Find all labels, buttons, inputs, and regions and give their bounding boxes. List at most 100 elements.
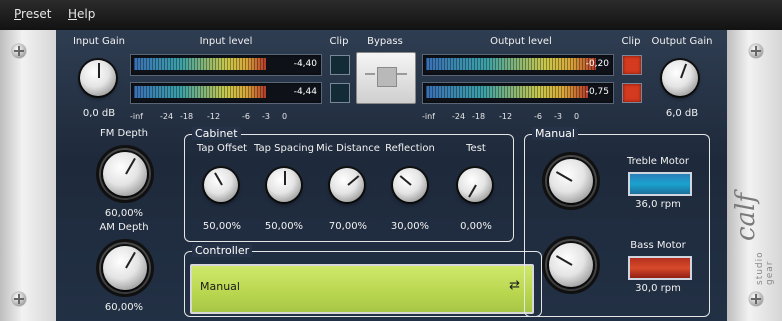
test-label: Test — [466, 143, 486, 154]
input-meter-top: -4,40 — [130, 54, 322, 76]
bass-motor-button[interactable] — [628, 256, 692, 280]
knob-indicator — [468, 184, 477, 198]
clip-out-label: Clip — [621, 36, 641, 47]
scale-tick: -12 — [499, 112, 513, 121]
mic-distance-knob[interactable] — [330, 168, 364, 202]
controller-display[interactable]: Manual ⇄ — [190, 264, 534, 314]
arrow-icon — [397, 73, 407, 75]
knob-indicator — [555, 255, 573, 266]
scale-tick: -18 — [180, 112, 194, 121]
main-panel: Input Gain 0,0 dB Input level -4,40 -4,4… — [56, 30, 727, 321]
output-meter-top-value: -0,20 — [585, 59, 609, 69]
scale-tick: -inf — [130, 112, 143, 121]
reflection-knob[interactable] — [393, 168, 427, 202]
knob-indicator — [98, 63, 100, 78]
output-meter-bottom-value: -0,75 — [585, 87, 609, 97]
output-gain-value: 6,0 dB — [665, 108, 699, 119]
am-depth-label: AM Depth — [99, 222, 149, 233]
output-level-label: Output level — [490, 36, 552, 47]
output-meter-bottom: -0,75 — [422, 82, 614, 104]
treble-motor-value: 36,0 rpm — [635, 199, 681, 210]
rack-ear-left — [0, 30, 56, 321]
knob-indicator — [284, 171, 286, 185]
bass-motor-label: Bass Motor — [630, 240, 686, 251]
test-value: 0,00% — [460, 221, 492, 232]
knob-indicator — [555, 171, 573, 182]
fm-depth-knob[interactable] — [103, 152, 147, 196]
tap-spacing-label: Tap Spacing — [254, 143, 314, 154]
input-gain-value: 0,0 dB — [82, 108, 116, 119]
output-meter-top: -0,20 — [422, 54, 614, 76]
screw-icon — [12, 292, 26, 306]
mic-distance-label: Mic Distance — [316, 143, 380, 154]
menu-help[interactable]: Help — [68, 7, 95, 21]
tap-spacing-value: 50,00% — [264, 221, 304, 232]
tap-offset-knob[interactable] — [204, 168, 238, 202]
scale-tick: -18 — [472, 112, 486, 121]
tap-spacing-knob[interactable] — [267, 168, 301, 202]
controller-mode: Manual — [200, 280, 240, 293]
bypass-button[interactable] — [356, 52, 416, 104]
treble-manual-knob[interactable] — [549, 159, 593, 203]
am-depth-knob[interactable] — [103, 246, 147, 290]
menu-preset[interactable]: Preset — [14, 7, 51, 21]
test-knob[interactable] — [458, 168, 492, 202]
manual-title: Manual — [532, 127, 578, 140]
output-gain-label: Output Gain — [651, 36, 713, 47]
clip-in-led-bottom — [330, 83, 350, 103]
tap-offset-value: 50,00% — [202, 221, 242, 232]
scale-tick: -24 — [452, 112, 466, 121]
clip-in-led-top — [330, 55, 350, 75]
knob-indicator — [125, 157, 136, 175]
am-depth-value: 60,00% — [104, 302, 144, 313]
meter-bar — [134, 58, 266, 70]
input-gain-knob[interactable] — [80, 60, 116, 96]
rotary-speaker-plugin-window: Preset Help calf studio gear Input Gain … — [0, 0, 782, 321]
clip-out-led-bottom — [622, 83, 642, 103]
bass-manual-knob[interactable] — [549, 243, 593, 287]
clip-out-led-top — [622, 55, 642, 75]
chip-icon — [377, 67, 397, 87]
screw-icon — [12, 44, 26, 58]
fm-depth-value: 60,00% — [104, 208, 144, 219]
scale-tick: 0 — [574, 112, 580, 121]
input-gain-label: Input Gain — [72, 36, 126, 47]
knob-indicator — [680, 63, 688, 79]
scale-tick: -12 — [207, 112, 221, 121]
switch-arrows-icon[interactable]: ⇄ — [509, 278, 520, 293]
clip-in-label: Clip — [329, 36, 349, 47]
screw-icon — [749, 44, 763, 58]
scale-tick: -3 — [554, 112, 562, 121]
input-meter-bottom-value: -4,44 — [293, 87, 317, 97]
scale-tick: -6 — [534, 112, 542, 121]
meter-bar — [134, 86, 266, 98]
menu-bar: Preset Help — [0, 0, 782, 31]
mic-distance-value: 70,00% — [328, 221, 368, 232]
arrow-icon — [365, 73, 375, 75]
knob-indicator — [399, 175, 412, 186]
controller-title: Controller — [192, 244, 253, 257]
meter-bar — [426, 86, 588, 98]
bypass-label: Bypass — [367, 36, 403, 47]
input-meter-top-value: -4,40 — [293, 59, 317, 69]
brand-subtitle: studio gear — [755, 251, 775, 285]
scale-tick: 0 — [282, 112, 288, 121]
input-level-label: Input level — [199, 36, 253, 47]
knob-indicator — [347, 175, 360, 186]
bass-motor-value: 30,0 rpm — [635, 283, 681, 294]
knob-indicator — [214, 172, 223, 186]
scale-tick: -inf — [422, 112, 435, 121]
scale-tick: -24 — [160, 112, 174, 121]
scale-tick: -3 — [262, 112, 270, 121]
reflection-value: 30,00% — [390, 221, 430, 232]
knob-indicator — [125, 251, 136, 269]
output-gain-knob[interactable] — [662, 60, 698, 96]
treble-motor-button[interactable] — [628, 172, 692, 196]
meter-bar — [426, 58, 596, 70]
reflection-label: Reflection — [385, 143, 435, 154]
tap-offset-label: Tap Offset — [196, 143, 248, 154]
treble-motor-label: Treble Motor — [626, 156, 690, 167]
cabinet-title: Cabinet — [192, 127, 241, 140]
input-meter-bottom: -4,44 — [130, 82, 322, 104]
scale-tick: -6 — [242, 112, 250, 121]
